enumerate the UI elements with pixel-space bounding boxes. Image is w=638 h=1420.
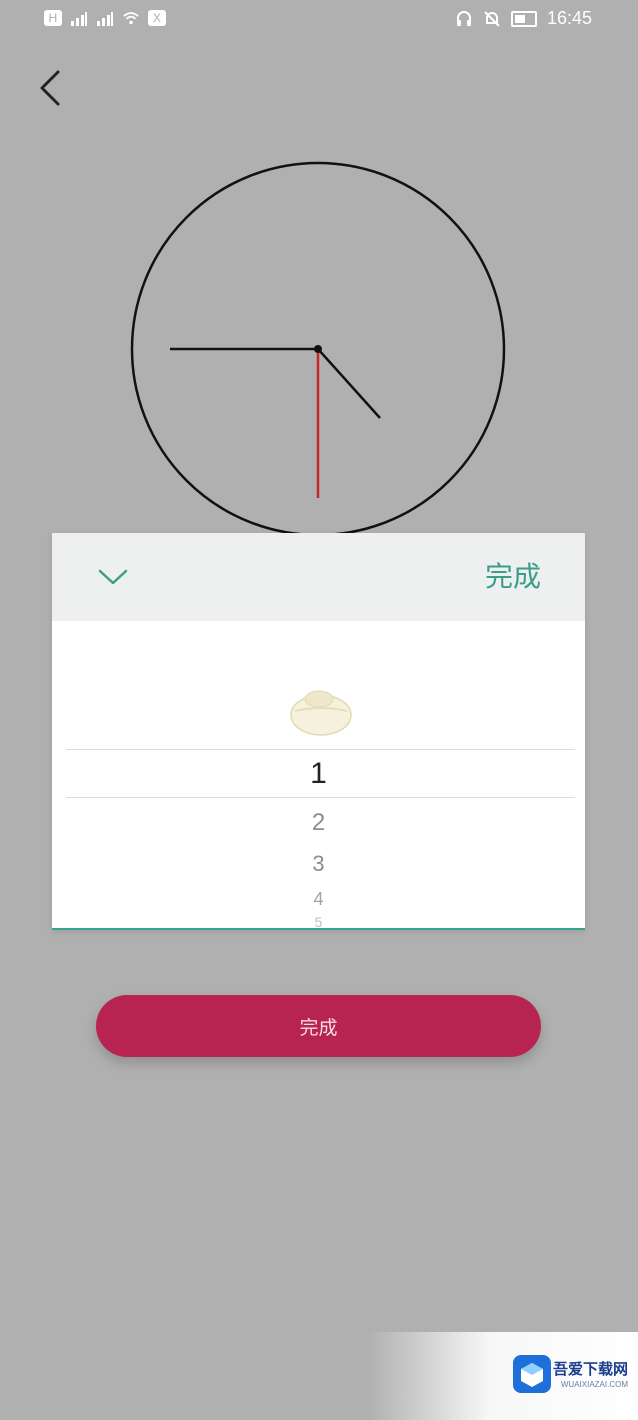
picker-done-button[interactable]: 完成 (485, 555, 541, 595)
status-left-icons: H X (44, 9, 166, 27)
battery-icon (510, 10, 537, 27)
headset-icon (456, 10, 471, 26)
status-time: 16:45 (546, 8, 592, 28)
mute-bell-icon (484, 10, 500, 27)
status-bar: H X 16:45 (0, 0, 638, 40)
number-picker-sheet: 完成 1 2 3 4 5 (52, 533, 585, 930)
minute-hand (317, 348, 381, 419)
chevron-left-icon (40, 70, 60, 106)
picker-header: 完成 (52, 533, 585, 621)
hd-icon: H (44, 10, 62, 26)
app-notification-icon: X (148, 10, 166, 26)
wheel-item[interactable]: 4 (52, 889, 585, 910)
watermark: 吾爱下载网 WUAIXIAZAI.COM (368, 1332, 638, 1420)
watermark-logo-icon (513, 1355, 551, 1393)
clock-center (314, 345, 322, 353)
teapot-sticker-icon (290, 690, 352, 736)
watermark-url: WUAIXIAZAI.COM (560, 1380, 628, 1389)
wheel-item-selected[interactable]: 1 (52, 757, 585, 791)
signal-icon (71, 12, 87, 26)
selection-top-line (66, 749, 575, 750)
collapse-button[interactable] (92, 559, 134, 595)
wheel-item[interactable]: 2 (52, 809, 585, 837)
wheel-item[interactable]: 5 (52, 914, 585, 928)
wifi-icon (123, 12, 139, 25)
status-right-icons: 16:45 (455, 8, 592, 29)
number-wheel[interactable]: 1 2 3 4 5 (52, 621, 585, 928)
back-button[interactable] (30, 62, 74, 114)
signal-icon (97, 12, 113, 26)
analog-clock (130, 161, 506, 536)
done-button[interactable]: 完成 (96, 995, 541, 1057)
wheel-item[interactable]: 3 (52, 851, 585, 877)
chevron-down-icon (98, 569, 128, 585)
watermark-brand: 吾爱下载网 (552, 1360, 628, 1378)
selection-bottom-line (66, 797, 575, 798)
